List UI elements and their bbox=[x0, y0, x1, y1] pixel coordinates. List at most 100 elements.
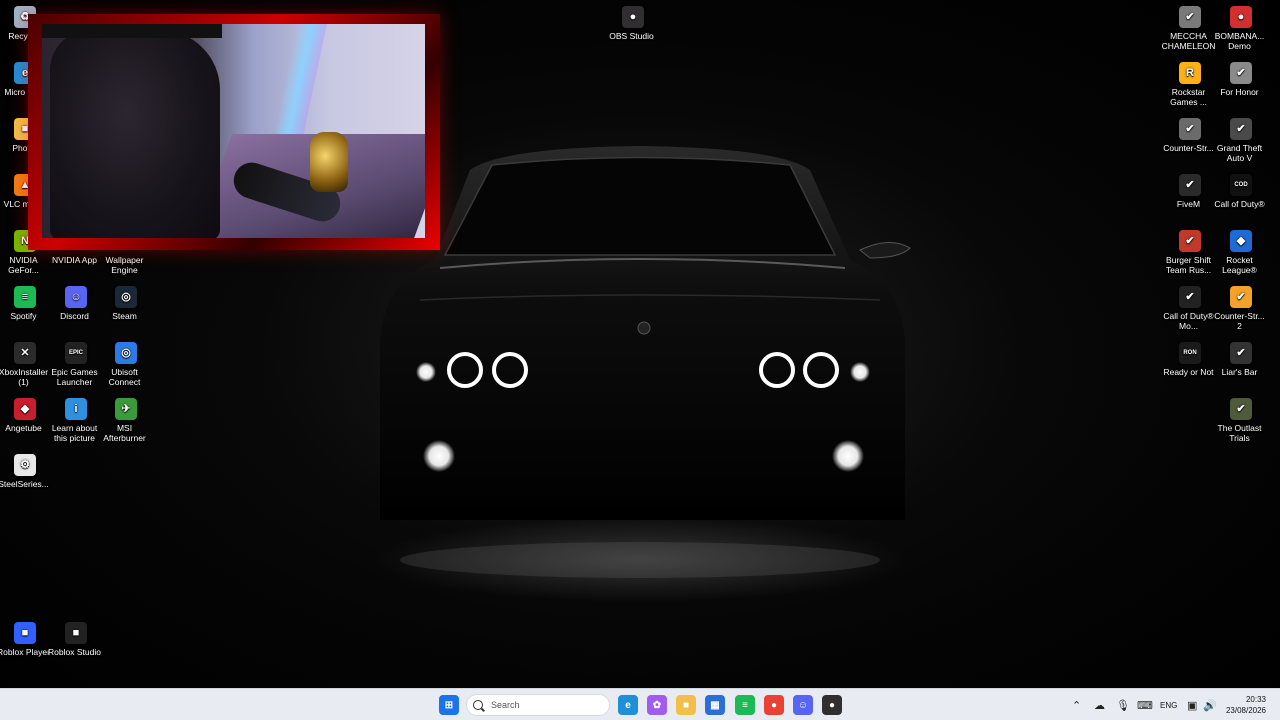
for-honor-icon: ✔ bbox=[1230, 62, 1252, 84]
desktop-shortcut[interactable]: ✔ Call of Duty® Mo... bbox=[1163, 286, 1215, 331]
desktop-shortcut-label: SteelSeries... bbox=[0, 479, 49, 489]
desktop-shortcut[interactable]: ☺ Discord bbox=[51, 286, 101, 321]
desktop-shortcut[interactable]: ✔ FiveM bbox=[1165, 174, 1215, 209]
desktop-shortcut-label: Steam bbox=[112, 311, 137, 321]
language-label: ENG bbox=[1160, 700, 1178, 710]
desktop-shortcut-label: Roblox Studio bbox=[48, 647, 101, 657]
webcam-feed bbox=[42, 24, 425, 238]
clock-date: 23/08/2026 bbox=[1225, 706, 1266, 715]
desktop-shortcut-label: OBS Studio bbox=[609, 31, 654, 41]
discord-icon[interactable]: ☺ bbox=[793, 695, 813, 715]
desktop-shortcut[interactable]: ⚙ SteelSeries... bbox=[0, 454, 50, 489]
meccha-chameleon-icon: ✔ bbox=[1179, 6, 1201, 28]
fivem-icon: ✔ bbox=[1179, 174, 1201, 196]
show-hidden-icons-button[interactable]: ⌃ bbox=[1072, 689, 1081, 720]
desktop-shortcut[interactable]: ✔ Counter-Str... bbox=[1163, 118, 1215, 153]
desktop-shortcut-label: Rocket League® bbox=[1222, 255, 1257, 275]
obs-studio-icon[interactable]: ● bbox=[822, 695, 842, 715]
desktop-shortcut-label: Liar's Bar bbox=[1221, 367, 1258, 377]
desktop-shortcut-label: Angetube bbox=[5, 423, 42, 433]
ready-or-not-icon: RON bbox=[1179, 342, 1201, 364]
counter-strike-2-icon: ✔ bbox=[1230, 286, 1252, 308]
ubisoft-icon: ◎ bbox=[115, 342, 137, 364]
steam-icon: ◎ bbox=[115, 286, 137, 308]
webcam-overlay[interactable] bbox=[28, 14, 440, 250]
microphone-icon: 🎙 bbox=[1116, 699, 1130, 712]
microphone-tray-icon[interactable]: 🎙 bbox=[1116, 689, 1130, 720]
taskbar: ⊞ e ✿ ■ ▦ ≡ ● ☺ ● Search ⌃ ☁ 🎙 ⌨ ENG ▣ 🔊 20:33 2… bbox=[0, 688, 1280, 720]
desktop-shortcut[interactable]: ✔ MECCHA CHAMELEON bbox=[1162, 6, 1215, 51]
desktop-shortcut[interactable]: ◆ Rocket League® bbox=[1216, 230, 1266, 275]
search-placeholder: Search bbox=[491, 700, 520, 710]
desktop-shortcut-label: Burger Shift Team Rus... bbox=[1165, 255, 1212, 275]
gta-v-icon: ✔ bbox=[1230, 118, 1252, 140]
desktop-shortcut-label: Grand Theft Auto V bbox=[1216, 143, 1263, 163]
desktop-shortcut[interactable]: ■ Roblox Studio bbox=[48, 622, 101, 657]
cloud-icon: ☁ bbox=[1094, 699, 1105, 712]
desktop-shortcut[interactable]: ● OBS Studio bbox=[608, 6, 658, 41]
obs-studio-icon: ● bbox=[622, 6, 644, 28]
desktop-shortcut[interactable]: ■ Roblox Player bbox=[0, 622, 50, 657]
angetube-icon: ◆ bbox=[14, 398, 36, 420]
chrome-icon[interactable]: ● bbox=[764, 695, 784, 715]
start-icon[interactable]: ⊞ bbox=[439, 695, 459, 715]
desktop-shortcut-label: Wallpaper Engine bbox=[105, 255, 144, 275]
desktop-shortcut-label: NVIDIA GeFor... bbox=[8, 255, 39, 275]
language-indicator[interactable]: ENG bbox=[1160, 689, 1177, 720]
desktop-shortcut[interactable]: ◆ Angetube bbox=[0, 398, 50, 433]
outlast-trials-icon: ✔ bbox=[1230, 398, 1252, 420]
edge-icon[interactable]: e bbox=[618, 695, 638, 715]
desktop-shortcut[interactable]: ≡ Spotify bbox=[0, 286, 50, 321]
desktop-shortcut[interactable]: ✈ MSI Afterburner bbox=[101, 398, 151, 443]
taskbar-search-box[interactable]: Search bbox=[466, 694, 610, 716]
file-explorer-icon[interactable]: ■ bbox=[676, 695, 696, 715]
desktop-shortcut-label: Ubisoft Connect bbox=[108, 367, 141, 387]
desktop-shortcut-label: BOMBANA... Demo bbox=[1214, 31, 1265, 51]
liars-bar-icon: ✔ bbox=[1230, 342, 1252, 364]
microsoft-store-icon[interactable]: ▦ bbox=[705, 695, 725, 715]
desktop-shortcut[interactable]: ✔ Grand Theft Auto V bbox=[1216, 118, 1266, 163]
desktop-shortcut[interactable]: ✔ The Outlast Trials bbox=[1216, 398, 1266, 443]
call-of-duty-mw-icon: ✔ bbox=[1179, 286, 1201, 308]
monitor-network-icon: ▣ bbox=[1187, 699, 1198, 712]
counter-strike-icon: ✔ bbox=[1179, 118, 1201, 140]
rocket-league-icon: ◆ bbox=[1230, 230, 1252, 252]
desktop-shortcut-label: XboxInstaller (1) bbox=[0, 367, 49, 387]
desktop-shortcut[interactable]: ✔ Burger Shift Team Rus... bbox=[1165, 230, 1215, 275]
desktop-shortcut-label: Epic Games Launcher bbox=[51, 367, 98, 387]
desktop-shortcut[interactable]: RON Ready or Not bbox=[1163, 342, 1215, 377]
desktop-shortcut-label: The Outlast Trials bbox=[1217, 423, 1262, 443]
chevron-up-icon: ⌃ bbox=[1072, 699, 1082, 712]
msi-afterburner-icon: ✈ bbox=[115, 398, 137, 420]
search-icon bbox=[473, 700, 483, 710]
desktop-shortcut-label: Discord bbox=[60, 311, 89, 321]
spotify-icon[interactable]: ≡ bbox=[735, 695, 755, 715]
desktop-shortcut[interactable]: ◎ Steam bbox=[101, 286, 151, 321]
desktop-shortcut-label: Spotify bbox=[10, 311, 37, 321]
spotify-icon: ≡ bbox=[14, 286, 36, 308]
desktop-shortcut[interactable]: ◎ Ubisoft Connect bbox=[101, 342, 151, 387]
desktop-shortcut[interactable]: ✔ Counter-Str... 2 bbox=[1214, 286, 1266, 331]
desktop-shortcut-label: FiveM bbox=[1176, 199, 1201, 209]
desktop-shortcut-label: MSI Afterburner bbox=[103, 423, 146, 443]
desktop-shortcut[interactable]: ✔ Liar's Bar bbox=[1216, 342, 1266, 377]
steelseries-icon: ⚙ bbox=[14, 454, 36, 476]
roblox-player-icon: ■ bbox=[14, 622, 36, 644]
learn-picture-icon: i bbox=[65, 398, 87, 420]
copilot-icon[interactable]: ✿ bbox=[647, 695, 667, 715]
desktop-shortcut[interactable]: ✔ For Honor bbox=[1216, 62, 1266, 97]
call-of-duty-icon: COD bbox=[1230, 174, 1252, 196]
desktop-shortcut[interactable]: EPIC Epic Games Launcher bbox=[51, 342, 101, 387]
network-tray-icon[interactable]: ▣ bbox=[1187, 689, 1197, 720]
desktop-shortcut-label: Roblox Player bbox=[0, 647, 50, 657]
onedrive-tray-icon[interactable]: ☁ bbox=[1094, 689, 1105, 720]
desktop-shortcut[interactable]: i Learn about this picture bbox=[51, 398, 101, 443]
desktop-shortcut[interactable]: ✕ XboxInstaller (1) bbox=[0, 342, 50, 387]
epic-games-icon: EPIC bbox=[65, 342, 87, 364]
volume-tray-icon[interactable]: 🔊 bbox=[1203, 689, 1217, 720]
desktop-shortcut[interactable]: R Rockstar Games ... bbox=[1165, 62, 1215, 107]
system-clock[interactable]: 20:33 23/08/2026 bbox=[1226, 694, 1266, 716]
desktop-shortcut[interactable]: COD Call of Duty® bbox=[1214, 174, 1266, 209]
desktop-shortcut[interactable]: ● BOMBANA... Demo bbox=[1215, 6, 1266, 51]
keyboard-tray-icon[interactable]: ⌨ bbox=[1137, 689, 1153, 720]
